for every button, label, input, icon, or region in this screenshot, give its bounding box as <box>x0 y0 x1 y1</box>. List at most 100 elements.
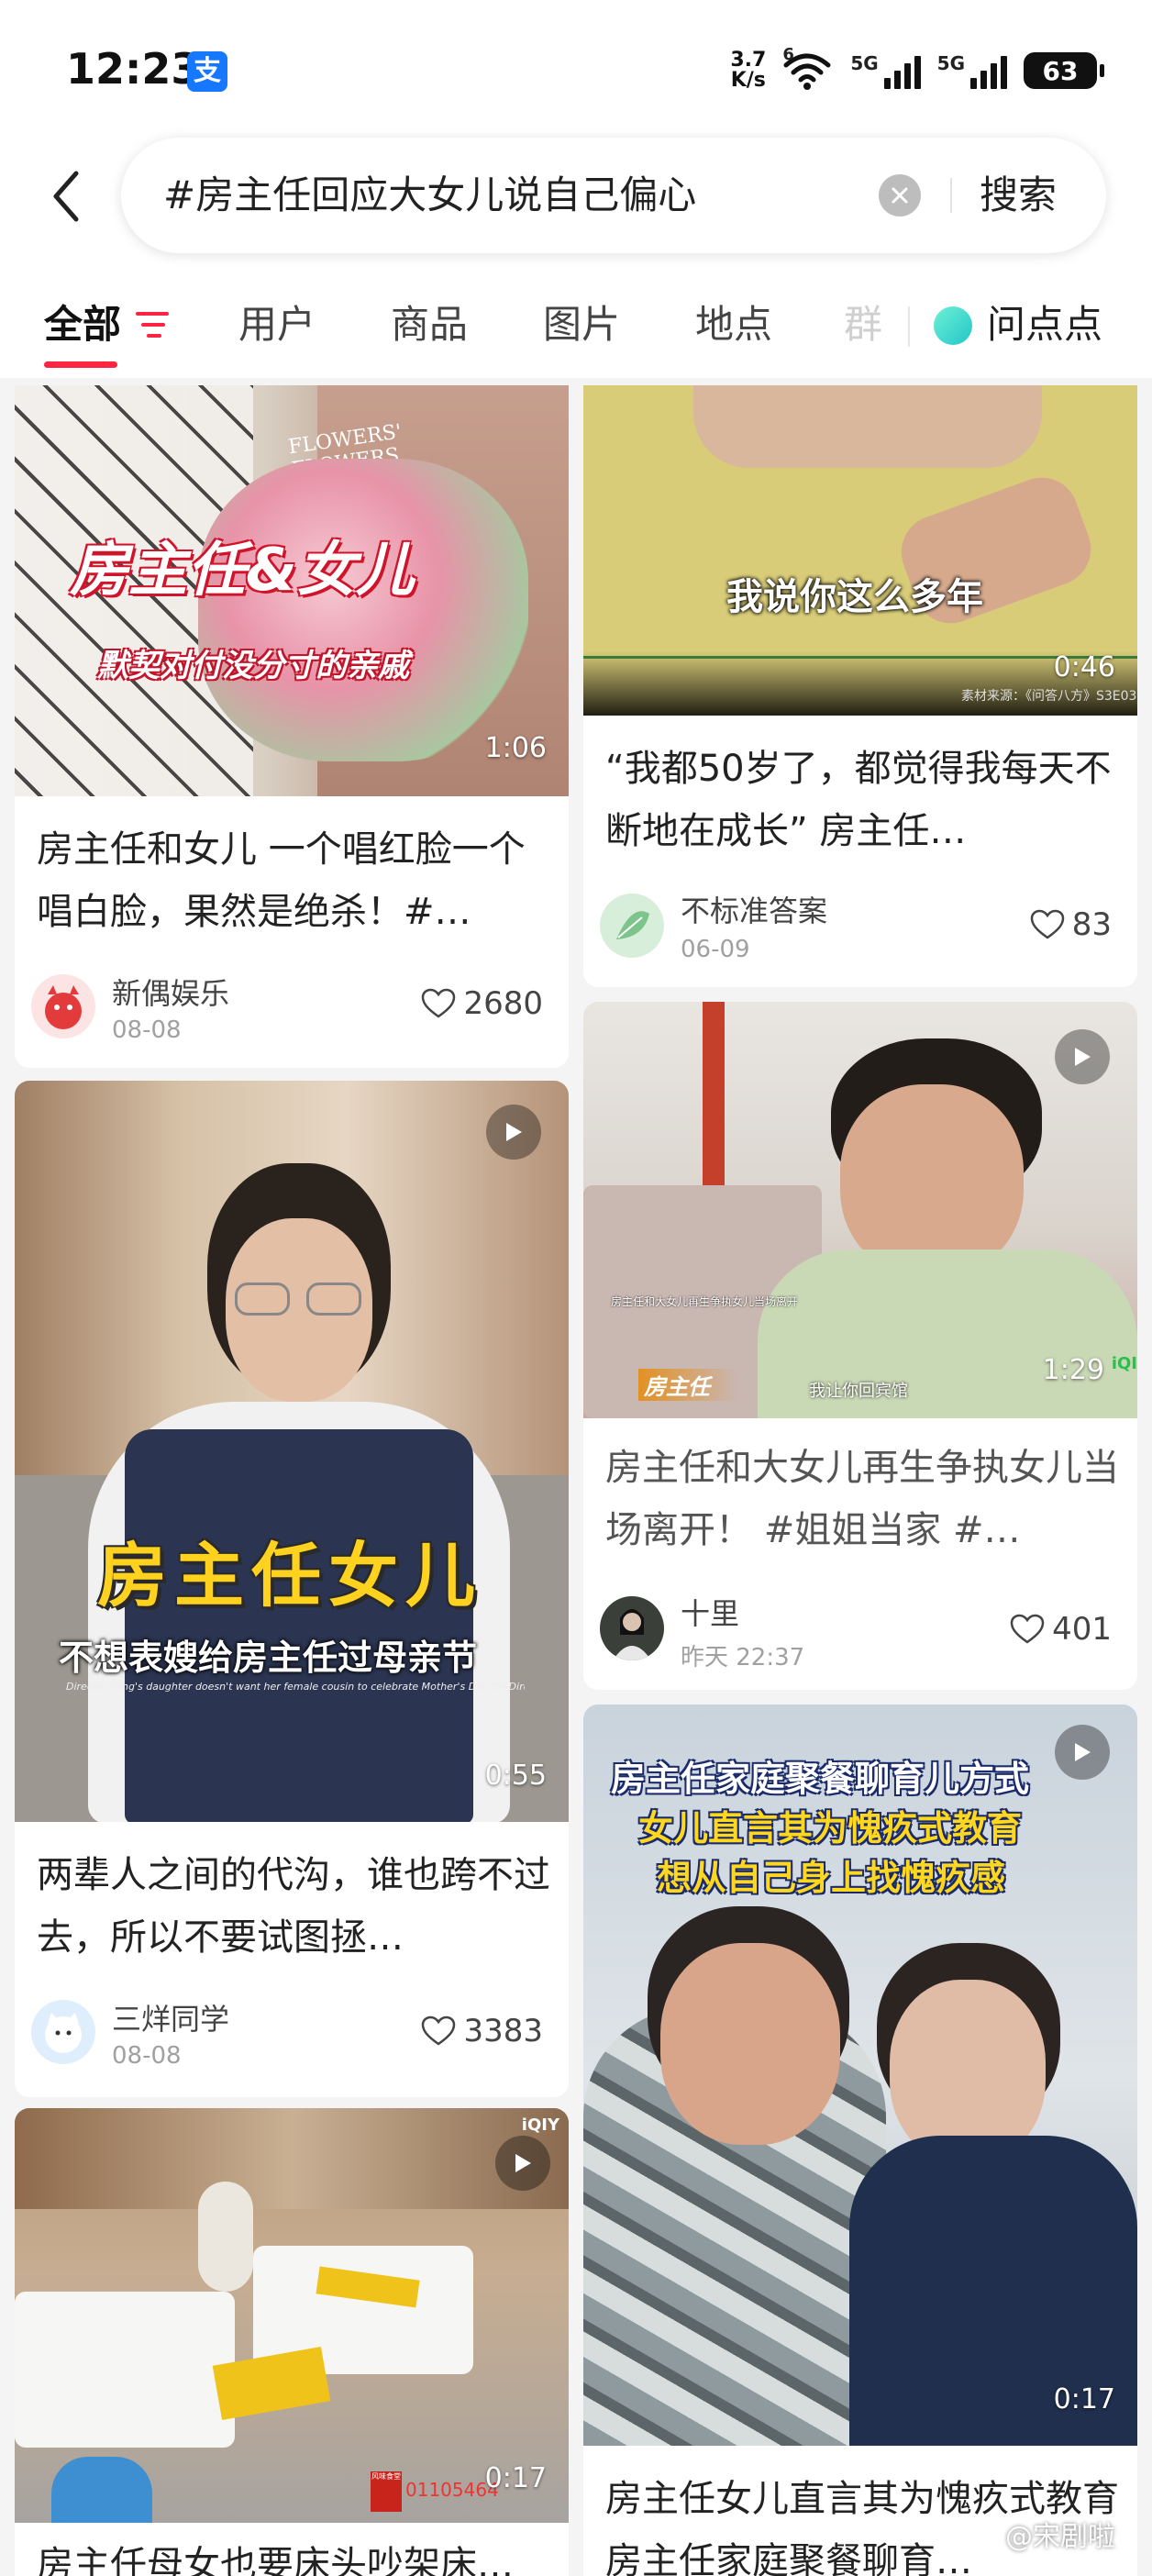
network-speed-value: 3.7 <box>730 49 767 72</box>
video-thumbnail[interactable]: 房主任女儿 不想表嫂给房主任过母亲节 Director Fang's daugh… <box>15 1081 569 1822</box>
network-speed: 3.7 K/s <box>730 50 766 91</box>
tab-places[interactable]: 地点 <box>695 294 772 350</box>
post-date: 06-09 <box>681 936 750 963</box>
like-button[interactable]: 401 <box>1010 1611 1112 1648</box>
avatar[interactable] <box>31 2000 95 2064</box>
video-thumbnail[interactable]: iQIY 风味食堂 01105464 0:17 <box>15 2108 569 2523</box>
note-title[interactable]: “我都50岁了，都觉得我每天不断地在成长” 房主任… <box>605 738 1119 862</box>
overlay-badge: 房主任 <box>638 1369 737 1401</box>
play-icon[interactable] <box>495 2136 550 2191</box>
vest-shape <box>125 1429 473 1822</box>
avatar[interactable] <box>31 974 95 1038</box>
video-duration: 0:17 <box>484 2462 547 2494</box>
like-button[interactable]: 83 <box>1030 906 1112 943</box>
like-count: 83 <box>1071 906 1112 943</box>
search-header: #房主任回应大女儿说自己偏心 搜索 <box>0 138 1152 275</box>
avatar[interactable] <box>600 894 664 958</box>
heart-icon <box>1010 1614 1045 1644</box>
window-frame-shape <box>703 1002 725 1185</box>
post-date: 昨天 22:37 <box>681 1644 805 1671</box>
author-name[interactable]: 三烊同学 <box>112 1996 229 2038</box>
battery-icon: 63 <box>1024 52 1104 89</box>
ask-ai-icon[interactable] <box>934 306 972 345</box>
video-thumbnail[interactable]: 我说你这么多年 素材来源：《问答八方》S3E03 0:46 <box>583 385 1137 716</box>
video-duration: 0:46 <box>1053 651 1115 683</box>
tab-images[interactable]: 图片 <box>543 294 620 350</box>
signal-2-label: 5G <box>936 52 965 74</box>
ask-ai-label[interactable]: 问点点 <box>987 294 1102 350</box>
note-card[interactable]: 房主任家庭聚餐聊育儿方式 女儿直言其为愧疚式教育 想从自己身上找愧疚感 0:17… <box>583 1704 1137 2576</box>
like-count: 401 <box>1052 1611 1112 1648</box>
note-card[interactable]: 房主任女儿 不想表嫂给房主任过母亲节 Director Fang's daugh… <box>15 1081 569 2097</box>
overlay-title: 房主任&女儿 <box>70 537 415 605</box>
author-name[interactable]: 十里 <box>681 1591 739 1633</box>
note-card[interactable]: FLOWERS' FLOWERS 房主任&女儿 默契对付没分寸的亲戚 1:06 … <box>15 385 569 1068</box>
overlay-top-caption: 房主任和大女儿再生争执女儿当场离开 <box>611 1295 799 1308</box>
search-query-text[interactable]: #房主任回应大女儿说自己偏心 <box>163 138 696 253</box>
signal-5g-icon-2: 5G <box>937 52 1007 89</box>
category-tabs: 全部 用户 商品 图片 地点 群 问点点 <box>0 275 1152 378</box>
filter-icon[interactable] <box>134 310 171 339</box>
post-date: 08-08 <box>112 2042 182 2070</box>
tab-groups[interactable]: 群 <box>844 294 882 350</box>
video-thumbnail[interactable]: 房主任和大女儿再生争执女儿当场离开 房主任 我让你回宾馆 iQI 1:29 <box>583 1002 1137 1418</box>
tab-users[interactable]: 用户 <box>238 294 316 350</box>
back-arrow-icon[interactable] <box>40 163 92 229</box>
chair-shape <box>51 2457 152 2523</box>
tab-all[interactable]: 全部 <box>44 294 121 350</box>
tab-products[interactable]: 商品 <box>391 294 468 350</box>
face-shape <box>840 1084 1024 1277</box>
status-indicators: 3.7 K/s 6 5G 5G 63 <box>730 45 1104 95</box>
overlay-title: 房主任女儿 <box>97 1535 482 1616</box>
stamp-logo: 风味食堂 <box>371 2471 402 2512</box>
like-button[interactable]: 3383 <box>421 2013 543 2049</box>
note-title[interactable]: 房主任和女儿 一个唱红脸一个唱白脸，果然是绝杀！#… <box>37 818 550 943</box>
overlay-subtitle: 我说你这么多年 <box>726 576 983 618</box>
note-title[interactable]: 房主任和大女儿再生争执女儿当场离开！ #姐姐当家 #… <box>605 1437 1119 1561</box>
wall-shape <box>15 2108 569 2209</box>
overlay-line-3: 想从自己身上找愧疚感 <box>657 1858 1006 1898</box>
play-icon[interactable] <box>1055 1725 1110 1780</box>
source-note: 素材来源：《问答八方》S3E03 <box>961 689 1137 704</box>
avatar[interactable] <box>600 1596 664 1660</box>
glasses-left <box>235 1282 290 1316</box>
clear-search-icon[interactable] <box>879 174 921 217</box>
post-date: 08-08 <box>112 1016 182 1044</box>
face-shape <box>660 1943 840 2145</box>
overlay-subtitle: 我让你回宾馆 <box>809 1382 908 1401</box>
like-count: 2680 <box>463 985 543 1022</box>
note-card[interactable]: iQIY 风味食堂 01105464 0:17 房主任母女也要床头吵架床… <box>15 2108 569 2576</box>
watermark: @宋剧啦 <box>1005 2521 1115 2553</box>
wifi-icon: 6 <box>782 45 834 91</box>
heart-icon <box>422 2015 456 2046</box>
search-divider <box>950 178 952 213</box>
platform-logo: iQI <box>1111 1354 1137 1373</box>
signal-5g-icon-1: 5G <box>850 52 921 89</box>
note-card[interactable]: 我说你这么多年 素材来源：《问答八方》S3E03 0:46 “我都50岁了，都觉… <box>583 385 1137 987</box>
video-thumbnail[interactable]: FLOWERS' FLOWERS 房主任&女儿 默契对付没分寸的亲戚 1:06 <box>15 385 569 796</box>
author-name[interactable]: 不标准答案 <box>681 888 827 930</box>
active-tab-indicator <box>44 361 117 368</box>
note-card[interactable]: 房主任和大女儿再生争执女儿当场离开 房主任 我让你回宾馆 iQI 1:29 房主… <box>583 1002 1137 1690</box>
like-count: 3383 <box>463 2013 543 2049</box>
search-button[interactable]: 搜索 <box>980 138 1057 253</box>
note-title[interactable]: 房主任母女也要床头吵架床… <box>37 2534 550 2576</box>
overlay-line-2: 女儿直言其为愧疚式教育 <box>638 1808 1023 1849</box>
overlay-subtitle: 默契对付没分寸的亲戚 <box>97 648 409 684</box>
wifi-generation-badge: 6 <box>782 45 794 64</box>
person-neck-shape <box>693 385 1042 468</box>
overlay-subtitle: 不想表嫂给房主任过母亲节 <box>59 1637 478 1678</box>
bed-left-shape <box>15 2292 235 2448</box>
play-icon[interactable] <box>1055 1029 1110 1084</box>
author-name[interactable]: 新偶娱乐 <box>112 971 229 1013</box>
person-shape <box>198 2182 253 2292</box>
search-input[interactable]: #房主任回应大女儿说自己偏心 搜索 <box>121 138 1106 253</box>
network-speed-unit: K/s <box>730 69 766 92</box>
note-title[interactable]: 两辈人之间的代沟，谁也跨不过去，所以不要试图拯… <box>37 1844 550 1969</box>
play-icon[interactable] <box>486 1105 541 1160</box>
overlay-line-1: 房主任家庭聚餐聊育儿方式 <box>611 1758 1030 1799</box>
like-button[interactable]: 2680 <box>421 985 543 1022</box>
heart-icon <box>1030 909 1064 939</box>
video-duration: 0:17 <box>1053 2383 1115 2415</box>
video-thumbnail[interactable]: 房主任家庭聚餐聊育儿方式 女儿直言其为愧疚式教育 想从自己身上找愧疚感 0:17 <box>583 1704 1137 2446</box>
